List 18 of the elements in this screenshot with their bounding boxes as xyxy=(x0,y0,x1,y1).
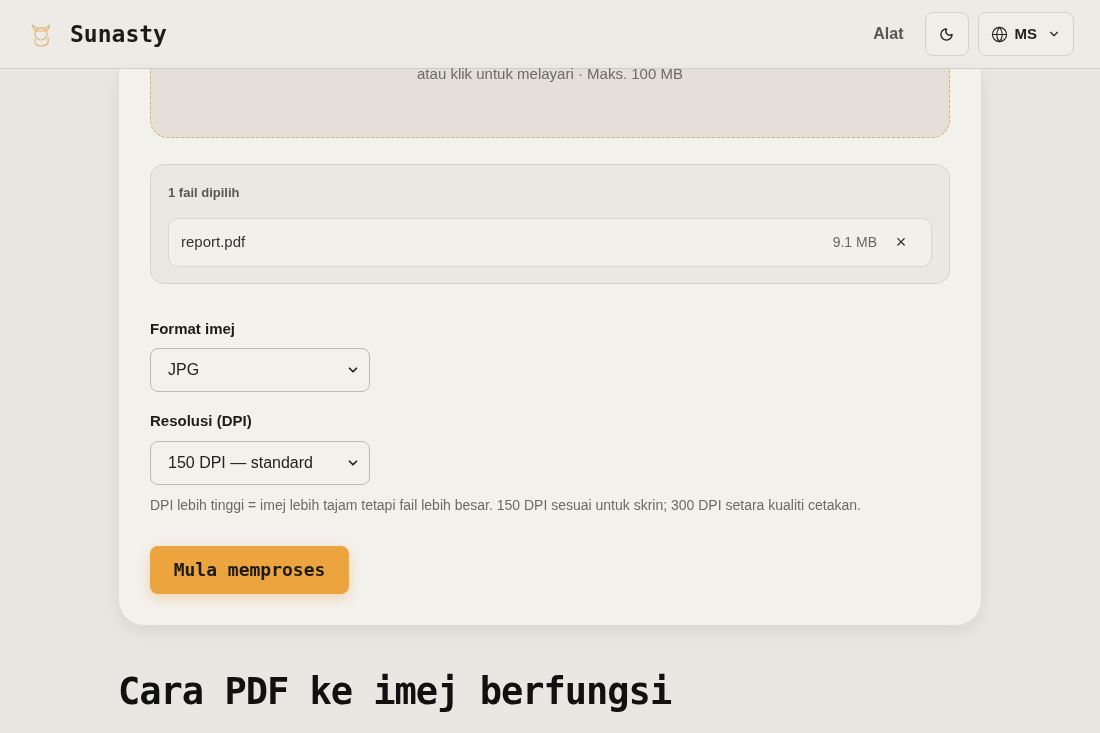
select-field[interactable]: JPG xyxy=(150,348,370,392)
select-field[interactable]: 150 DPI — standard xyxy=(150,440,370,485)
field-label: Resolusi (DPI) xyxy=(150,411,253,431)
field-label: Format imej xyxy=(150,318,237,339)
language-button[interactable]: MS xyxy=(977,12,1074,56)
file-name: report.pdf xyxy=(181,231,247,252)
upload-dropzone[interactable]: atau klik untuk melayari · Maks. 100 MB xyxy=(150,69,950,138)
moon-icon xyxy=(939,26,954,42)
remove-file-button[interactable]: × xyxy=(893,233,909,251)
file-size: 9.1 MB xyxy=(832,232,877,252)
globe-icon xyxy=(990,25,1008,43)
section-heading: Cara PDF ke imej berfungsi xyxy=(118,669,673,714)
theme-toggle-button[interactable] xyxy=(924,12,969,56)
tools-link[interactable]: Alat xyxy=(873,22,904,46)
selected-count: 1 fail dipilih xyxy=(168,184,241,202)
brand-name: Sunasty xyxy=(70,19,167,49)
help-text: DPI lebih tinggi = imej lebih tajam tetapi fail lebih besar. 150 DPI sesuai untuk skrin; 300 DPI setara kualiti cetakan. xyxy=(150,495,862,515)
start-button[interactable]: Mula memproses xyxy=(150,545,349,594)
